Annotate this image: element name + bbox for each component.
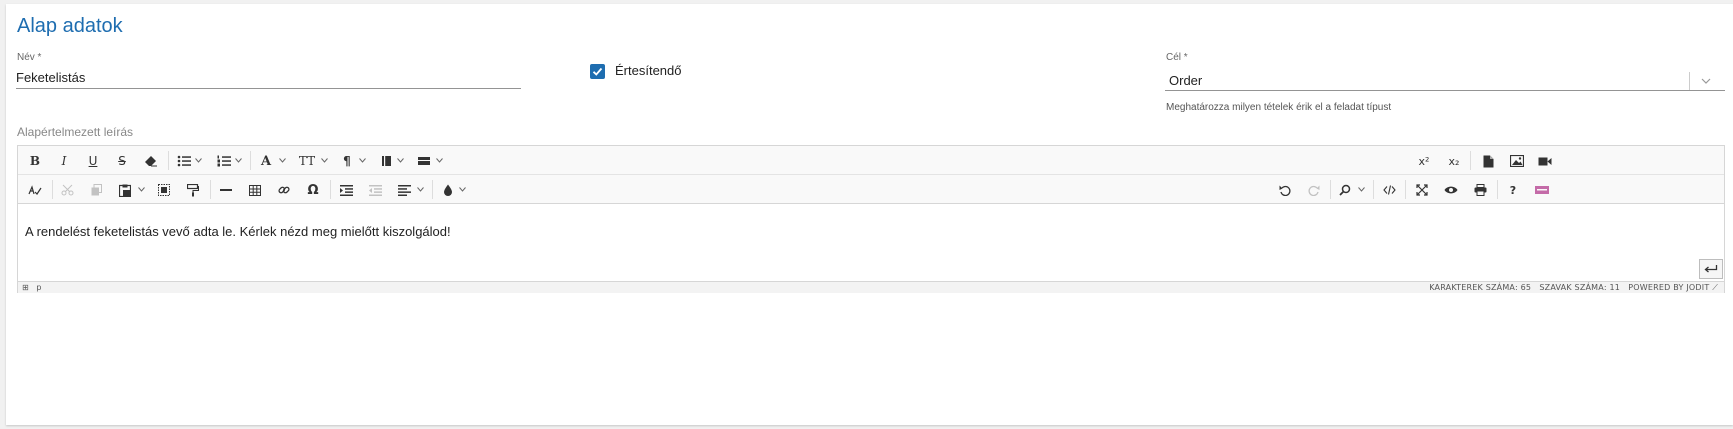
superscript-button[interactable]: x² [1415, 152, 1433, 170]
chevron-down-icon[interactable] [417, 187, 424, 192]
name-input[interactable]: Feketelistás [16, 70, 85, 85]
copy-format-icon[interactable] [184, 181, 202, 199]
chevron-down-icon[interactable] [397, 158, 404, 163]
chevron-down-icon[interactable] [321, 158, 328, 163]
editor-statusbar: ⊞ p KARAKTEREK SZÁMA: 65 SZAVAK SZÁMA: 1… [18, 281, 1724, 293]
help-button[interactable]: ? [1504, 181, 1522, 199]
strikethrough-button[interactable]: S [113, 152, 131, 170]
bold-button[interactable]: B [26, 152, 44, 170]
font-size-button[interactable]: TT [298, 152, 316, 170]
subscript-button[interactable]: x₂ [1445, 152, 1463, 170]
link-icon[interactable] [275, 181, 293, 199]
enter-icon [1704, 265, 1718, 273]
search-icon[interactable] [1336, 181, 1354, 199]
toolbar-separator [1373, 180, 1374, 199]
toolbar-separator [1330, 180, 1331, 199]
spellcheck-icon[interactable] [26, 181, 44, 199]
source-code-icon[interactable] [1380, 181, 1398, 199]
target-hint: Meghatározza milyen tételek érik el a fe… [1166, 102, 1392, 113]
resize-handle-icon[interactable]: ⟋ [1712, 283, 1718, 292]
check-icon [592, 67, 603, 76]
special-char-button[interactable]: Ω [304, 181, 322, 199]
rich-text-editor: B I U S A TT ¶ x² x₂ Ω ? A rendelést fek… [17, 145, 1725, 293]
chevron-down-icon[interactable] [459, 187, 466, 192]
name-field-label: Név * [17, 52, 42, 63]
statusbar-path: ⊞ p [22, 283, 41, 292]
fullscreen-icon[interactable] [1413, 181, 1431, 199]
print-icon[interactable] [1471, 181, 1489, 199]
toolbar-separator [168, 151, 169, 170]
enter-key-button[interactable] [1699, 259, 1723, 279]
toolbar-separator [52, 180, 53, 199]
italic-button[interactable]: I [55, 152, 73, 170]
char-count: KARAKTEREK SZÁMA: 65 [1429, 283, 1532, 292]
editor-label: Alapértelmezett leírás [17, 125, 134, 139]
about-logo-icon[interactable] [1533, 181, 1551, 199]
statusbar-info: KARAKTEREK SZÁMA: 65 SZAVAK SZÁMA: 11 PO… [1429, 283, 1718, 293]
chevron-down-icon[interactable] [235, 158, 242, 163]
eraser-icon[interactable] [142, 152, 160, 170]
select-separator [1689, 72, 1690, 90]
toolbar-separator [330, 180, 331, 199]
toolbar-separator [1497, 180, 1498, 199]
horizontal-line-icon[interactable] [217, 181, 235, 199]
path-element[interactable]: p [36, 283, 41, 292]
unordered-list-icon[interactable] [175, 152, 193, 170]
notify-label: Értesítendő [615, 63, 682, 78]
target-select[interactable]: Order [1169, 73, 1202, 88]
toolbar-separator [1405, 180, 1406, 199]
indent-icon[interactable] [337, 181, 355, 199]
target-select-underline [1165, 90, 1725, 91]
block-format-icon[interactable] [415, 152, 433, 170]
color-drop-icon[interactable] [439, 181, 457, 199]
word-count: SZAVAK SZÁMA: 11 [1539, 283, 1621, 292]
chevron-down-icon[interactable] [138, 187, 145, 192]
basic-data-card: Alap adatok Név * Feketelistás Értesíten… [6, 4, 1733, 425]
paste-icon[interactable] [116, 181, 134, 199]
image-icon[interactable] [1508, 152, 1526, 170]
paragraph-button[interactable]: ¶ [338, 152, 356, 170]
outdent-icon[interactable] [366, 181, 384, 199]
chevron-down-icon[interactable] [436, 158, 443, 163]
chevron-down-icon[interactable] [359, 158, 366, 163]
table-icon[interactable] [246, 181, 264, 199]
preview-eye-icon[interactable] [1442, 181, 1460, 199]
toolbar-row-1: B I U S A TT ¶ x² x₂ [18, 146, 1724, 175]
section-title: Alap adatok [17, 15, 123, 37]
file-icon[interactable] [1479, 152, 1497, 170]
select-all-icon[interactable] [155, 181, 173, 199]
classes-icon[interactable] [377, 152, 395, 170]
align-left-icon[interactable] [395, 181, 413, 199]
grid-icon: ⊞ [22, 283, 29, 292]
video-icon[interactable] [1536, 152, 1554, 170]
chevron-down-icon[interactable] [195, 158, 202, 163]
chevron-down-icon[interactable] [1700, 75, 1712, 87]
notify-checkbox[interactable] [590, 64, 605, 79]
underline-button[interactable]: U [84, 152, 102, 170]
font-family-button[interactable]: A [257, 152, 275, 170]
powered-by[interactable]: POWERED BY JODIT [1628, 283, 1709, 292]
chevron-down-icon[interactable] [1358, 187, 1365, 192]
toolbar-separator [250, 151, 251, 170]
editor-content[interactable]: A rendelést feketelistás vevő adta le. K… [18, 204, 1724, 281]
target-field-label: Cél * [1166, 52, 1188, 63]
toolbar-separator [1470, 151, 1471, 170]
cut-icon[interactable] [58, 181, 76, 199]
redo-icon[interactable] [1305, 181, 1323, 199]
ordered-list-icon[interactable] [215, 152, 233, 170]
toolbar-separator [210, 180, 211, 199]
toolbar-row-2: Ω ? [18, 175, 1724, 204]
undo-icon[interactable] [1276, 181, 1294, 199]
toolbar-separator [432, 180, 433, 199]
name-input-underline [16, 88, 521, 89]
copy-icon[interactable] [87, 181, 105, 199]
chevron-down-icon[interactable] [279, 158, 286, 163]
